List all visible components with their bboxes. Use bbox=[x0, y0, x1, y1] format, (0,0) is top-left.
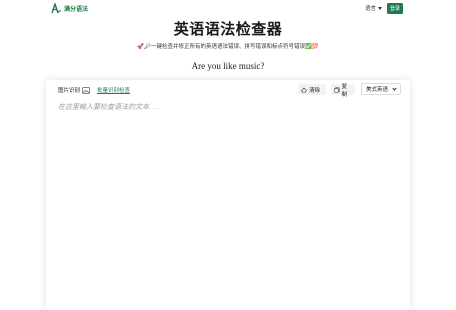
image-recognition-label: 图片识别 bbox=[58, 88, 81, 94]
example-sentence: Are you like music? bbox=[191, 61, 265, 71]
dialect-value: 美式英语 bbox=[366, 87, 389, 93]
logo-icon bbox=[51, 3, 61, 14]
caret-down-icon bbox=[378, 6, 383, 10]
image-icon bbox=[82, 86, 90, 94]
copy-button[interactable]: 复制 bbox=[331, 83, 355, 98]
copy-icon bbox=[334, 86, 340, 93]
chevron-down-icon bbox=[392, 85, 397, 91]
page-title: 英语语法检查器 bbox=[173, 21, 283, 38]
batch-check-link[interactable]: 批量识别检查 bbox=[97, 86, 130, 94]
dialect-select[interactable]: 美式英语 bbox=[361, 83, 401, 95]
login-button[interactable]: 登录 bbox=[387, 3, 403, 14]
clear-button[interactable]: 清除 bbox=[298, 84, 326, 95]
language-select[interactable]: 语言 bbox=[365, 4, 383, 12]
editor-card: 图片识别 批量识别检查 清除 复制 美式英语 bbox=[46, 80, 410, 310]
editor-toolbar: 图片识别 批量识别检查 清除 复制 美式英语 bbox=[46, 80, 410, 100]
eraser-icon bbox=[301, 87, 307, 93]
clear-label: 清除 bbox=[309, 87, 321, 94]
brand-logo[interactable]: 满分语法 bbox=[51, 3, 88, 14]
text-input[interactable] bbox=[58, 102, 398, 302]
brand-name: 满分语法 bbox=[64, 7, 89, 13]
copy-label: 复制 bbox=[341, 83, 348, 98]
language-label: 语言 bbox=[365, 6, 377, 12]
image-recognition-button[interactable]: 图片识别 bbox=[58, 86, 90, 94]
page-subtitle: 🚀🔎一键检查并修正所有的英语语法错误、拼写错误和标点符号错误✅💯 bbox=[137, 44, 319, 50]
top-bar: 满分语法 语言 登录 bbox=[0, 0, 456, 17]
